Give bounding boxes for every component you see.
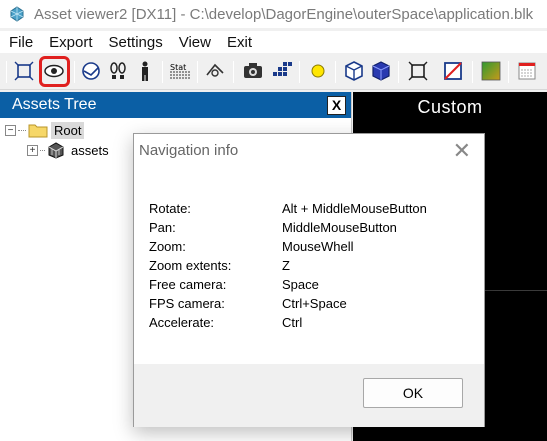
nav-binding: Ctrl+Space (282, 296, 347, 311)
fps-camera-icon (206, 63, 224, 77)
assets-tree-header: Assets Tree X (0, 92, 351, 118)
fps-camera-button[interactable] (203, 59, 227, 83)
nav-action: Pan: (149, 220, 176, 235)
nav-binding: Alt + MiddleMouseButton (282, 201, 427, 216)
toolbar-separator (74, 61, 75, 83)
tree-item-label: assets (71, 143, 109, 158)
toolbar-separator (299, 61, 300, 83)
close-icon[interactable]: ✕ (453, 140, 471, 162)
menu-bar: File Export Settings View Exit (0, 31, 547, 53)
solid-button[interactable] (369, 59, 393, 83)
toolbar-separator (508, 61, 509, 83)
screenshot-button[interactable] (241, 59, 265, 83)
collapse-icon[interactable]: − (5, 125, 16, 136)
menu-export[interactable]: Export (41, 34, 100, 51)
footprints-icon (110, 62, 126, 79)
color-swatch-icon (481, 61, 501, 81)
tree-connector (40, 150, 45, 151)
nav-binding: Z (282, 258, 290, 273)
menu-view[interactable]: View (171, 34, 219, 51)
toolbar-separator (6, 61, 7, 83)
tree-item-label: Root (51, 122, 85, 139)
nav-action: Zoom extents: (149, 258, 232, 273)
nav-action: Free camera: (149, 277, 227, 292)
layout-icon (518, 62, 536, 80)
nav-row: Rotate: Alt + MiddleMouseButton (149, 201, 479, 219)
nav-action: Accelerate: (149, 315, 215, 330)
nav-row: Accelerate: Ctrl (149, 315, 479, 333)
wireframe-cube-icon (345, 61, 363, 81)
nav-row: Zoom: MouseWhell (149, 239, 479, 257)
viewport-label: Custom (417, 97, 483, 117)
toolbar-separator (335, 61, 336, 83)
navigation-info-dialog: Navigation info ✕ Rotate: Alt + MiddleMo… (133, 133, 485, 427)
person-icon (142, 61, 148, 81)
nav-binding: Space (282, 277, 319, 292)
stats-button[interactable]: Stat (168, 59, 192, 83)
nav-binding: MiddleMouseButton (282, 220, 397, 235)
zoom-extents-button[interactable] (12, 59, 36, 83)
wireframe-button[interactable] (342, 59, 366, 83)
tree-item-assets[interactable]: + assets (27, 142, 109, 159)
layout-button[interactable] (515, 59, 539, 83)
character-camera-button[interactable] (133, 59, 157, 83)
toolbar-separator (233, 61, 234, 83)
toolbar-separator (472, 61, 473, 83)
toolbar-separator (398, 61, 399, 83)
nav-row: FPS camera: Ctrl+Space (149, 296, 479, 314)
dialog-title: Navigation info (139, 142, 239, 159)
solid-cube-icon (372, 61, 390, 81)
nav-binding: MouseWhell (282, 239, 354, 254)
asset-cube-icon (48, 142, 64, 159)
orbit-camera-button[interactable] (79, 59, 103, 83)
folder-icon (28, 124, 48, 138)
menu-file[interactable]: File (0, 34, 41, 51)
grid-snap-icon (273, 62, 292, 76)
nav-row: Free camera: Space (149, 277, 479, 295)
tree-connector (18, 130, 26, 131)
ok-button[interactable]: OK (363, 378, 463, 408)
assets-tree-title: Assets Tree (12, 96, 97, 113)
walk-camera-button[interactable] (106, 59, 130, 83)
dialog-footer: OK (134, 364, 484, 427)
grid-snap-button[interactable] (270, 59, 294, 83)
menu-settings[interactable]: Settings (101, 34, 171, 51)
app-icon (10, 6, 24, 22)
window-title: Asset viewer2 [DX11] - C:\develop\DagorE… (34, 5, 534, 23)
nav-action: Rotate: (149, 201, 191, 216)
nav-row: Zoom extents: Z (149, 258, 479, 276)
nav-action: Zoom: (149, 239, 186, 254)
toolbar-separator (162, 61, 163, 83)
nav-action: FPS camera: (149, 296, 225, 311)
stats-icon: Stat (170, 63, 190, 79)
camera-orbit-icon (82, 62, 100, 80)
light-icon (311, 64, 325, 78)
nav-row: Pan: MiddleMouseButton (149, 220, 479, 238)
screenshot-icon (244, 63, 262, 78)
toolbar-highlight-frame (39, 56, 70, 87)
assets-tree-close-button[interactable]: X (327, 95, 346, 115)
expand-icon[interactable]: + (27, 145, 38, 156)
svg-text:Stat: Stat (170, 63, 186, 72)
nav-binding: Ctrl (282, 315, 303, 330)
menu-exit[interactable]: Exit (219, 34, 260, 51)
frame-icon (408, 61, 428, 81)
tree-item-root[interactable]: − Root (5, 122, 85, 139)
light-button[interactable] (306, 59, 330, 83)
title-bar: Asset viewer2 [DX11] - C:\develop\DagorE… (0, 0, 547, 28)
color-button[interactable] (479, 59, 503, 83)
toolbar-separator (197, 61, 198, 83)
frame-button[interactable] (406, 59, 430, 83)
toolbar: Stat (0, 54, 547, 90)
zoom-extents-icon (14, 61, 34, 81)
disable-button[interactable] (441, 59, 465, 83)
disabled-icon (444, 62, 462, 80)
